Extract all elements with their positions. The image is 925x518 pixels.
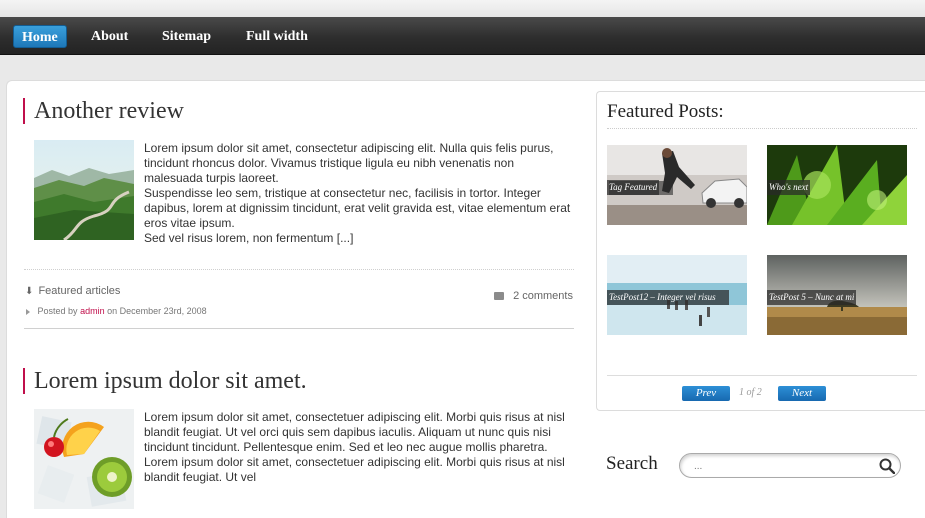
triangle-right-icon xyxy=(26,308,30,315)
posted-by-label: Posted by xyxy=(37,306,78,316)
featured-post-caption: TestPost12 – Integer vel risus xyxy=(607,290,729,305)
excerpt-paragraph: Sed vel risus lorem, non fermentum [...] xyxy=(144,231,354,245)
excerpt-paragraph: Lorem ipsum dolor sit amet, consectetuer… xyxy=(144,410,565,484)
featured-post-caption: Tag Featured xyxy=(607,180,660,195)
post-category: ⬇ Featured articles xyxy=(25,285,120,297)
featured-post-thumbnail[interactable]: TestPost12 – Integer vel risus xyxy=(607,255,747,335)
next-button[interactable]: Next xyxy=(778,386,826,401)
divider xyxy=(24,269,574,270)
post-separator xyxy=(24,328,574,329)
featured-post-thumbnail[interactable]: TestPost 5 – Nunc at mi xyxy=(767,255,907,335)
featured-post-thumbnail[interactable]: Who's next xyxy=(767,145,907,225)
author-link[interactable]: admin xyxy=(80,306,105,316)
excerpt-paragraph: Suspendisse leo sem, tristique at consec… xyxy=(144,186,571,230)
top-strip xyxy=(0,0,925,17)
search-box xyxy=(679,453,901,478)
comment-icon xyxy=(494,292,504,301)
featured-post-caption: Who's next xyxy=(767,180,811,195)
nav-item-about[interactable]: About xyxy=(83,25,136,48)
post-title-link[interactable]: Another review xyxy=(23,98,184,124)
post-title-link[interactable]: Lorem ipsum dolor sit amet. xyxy=(23,368,307,394)
page-count: 1 of 2 xyxy=(739,387,762,398)
main-navigation: Home About Sitemap Full width xyxy=(0,17,925,55)
search-title: Search xyxy=(606,453,658,474)
comments-link[interactable]: 2 comments xyxy=(513,290,573,302)
search-input[interactable] xyxy=(694,458,864,474)
featured-post-thumbnail[interactable]: Tag Featured xyxy=(607,145,747,225)
excerpt-paragraph: Lorem ipsum dolor sit amet, consectetur … xyxy=(144,141,554,185)
post-thumbnail[interactable] xyxy=(34,409,134,509)
divider xyxy=(607,128,917,129)
fruit-ice-image xyxy=(34,409,134,509)
post-date: on December 23rd, 2008 xyxy=(107,306,207,316)
search-icon[interactable] xyxy=(879,458,895,474)
post-excerpt: Lorem ipsum dolor sit amet, consectetuer… xyxy=(144,410,574,485)
featured-post-caption: TestPost 5 – Nunc at mi xyxy=(767,290,857,305)
mountain-landscape-image xyxy=(34,140,134,240)
prev-button[interactable]: Prev xyxy=(682,386,730,401)
category-link[interactable]: Featured articles xyxy=(38,285,120,297)
post-comments: 2 comments xyxy=(494,290,573,302)
featured-posts-widget xyxy=(596,91,925,411)
nav-item-sitemap[interactable]: Sitemap xyxy=(154,25,219,48)
post-thumbnail[interactable] xyxy=(34,140,134,240)
nav-item-home[interactable]: Home xyxy=(13,25,67,48)
featured-posts-title: Featured Posts: xyxy=(607,101,724,122)
arrow-down-icon: ⬇ xyxy=(25,286,34,297)
nav-item-full-width[interactable]: Full width xyxy=(238,25,316,48)
post-excerpt: Lorem ipsum dolor sit amet, consectetur … xyxy=(144,141,574,246)
divider xyxy=(607,375,917,376)
post-byline: Posted by admin on December 23rd, 2008 xyxy=(26,306,207,316)
